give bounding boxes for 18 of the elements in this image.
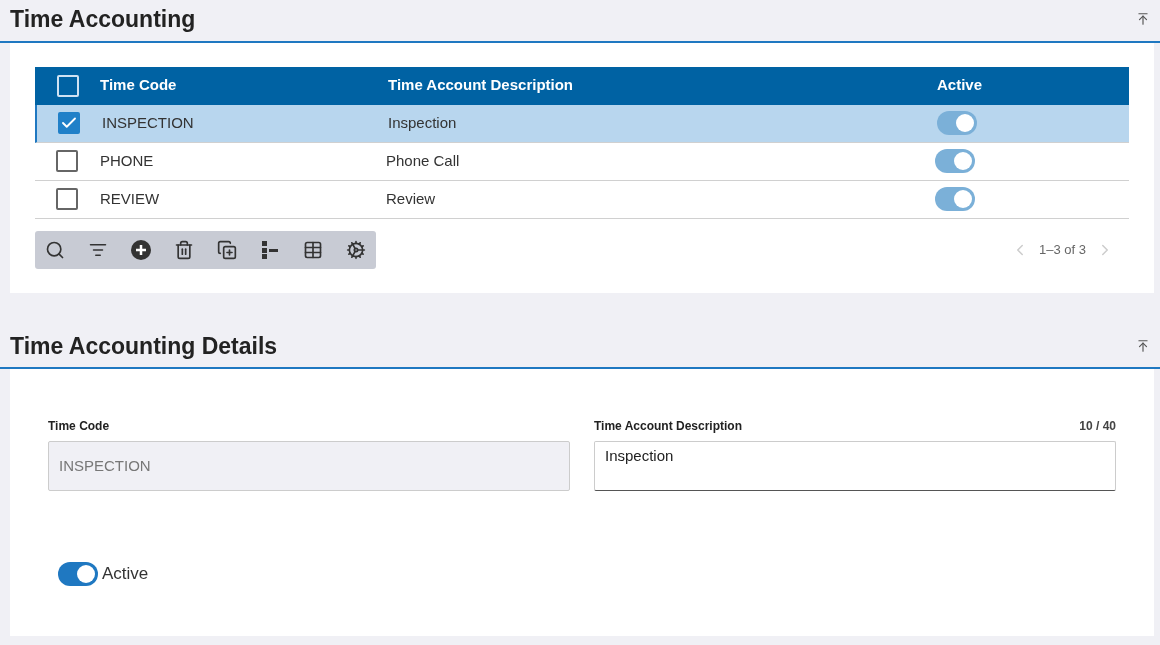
character-counter: 10 / 40 [1079,418,1116,435]
table-cell-text: PHONE [99,150,155,171]
table-cell-text: Phone Call [386,150,461,171]
table-cell-text: REVIEW [99,188,161,209]
table-cell-text: INSPECTION [101,112,195,133]
column-header[interactable]: Active [937,74,983,97]
table-cell-text: Review [386,188,437,209]
toggle-label: Active [102,563,149,585]
field-label: Time Account Description [594,418,743,435]
input-field[interactable]: Inspection [594,441,1116,491]
column-header[interactable]: Time Account Description [388,74,937,97]
section-title: Time Accounting Details [10,331,278,361]
table-row[interactable]: INSPECTION Inspection [35,104,1129,143]
table-cell-text: Inspection [388,112,458,133]
column-header[interactable]: Time Code [100,74,388,97]
pagination-text: 1–3 of 3 [1039,240,1086,259]
field-label: Time Code [48,418,111,435]
section-title: Time Accounting [10,5,196,34]
